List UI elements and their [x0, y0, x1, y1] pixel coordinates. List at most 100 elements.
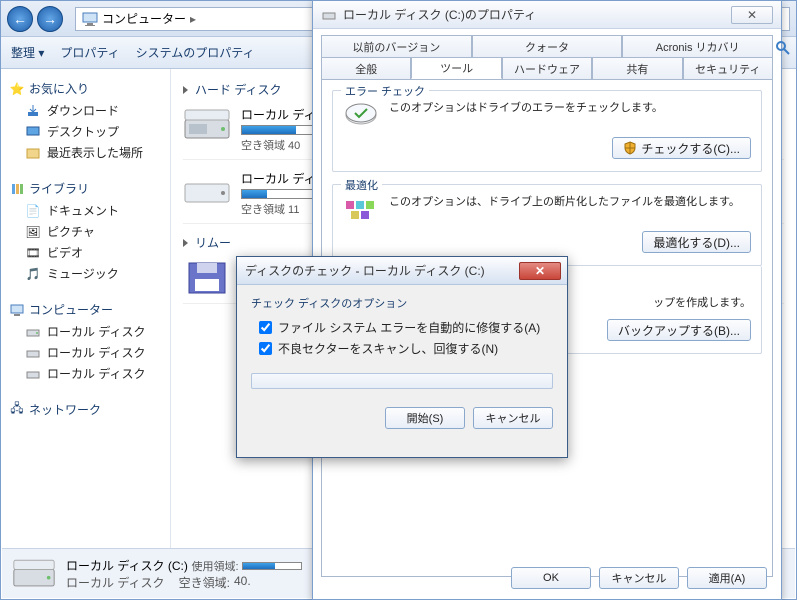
drive-icon — [25, 366, 41, 382]
check-disk-icon — [343, 101, 379, 129]
drive-icon — [183, 170, 231, 208]
sidebar-favorites: ⭐お気に入り ダウンロード デスクトップ 最近表示した場所 — [5, 77, 166, 163]
status-capacity-bar — [242, 562, 302, 570]
check-disk-dialog: ディスクのチェック - ローカル ディスク (C:) ✕ チェック ディスクのオ… — [236, 256, 568, 458]
drive-icon — [183, 106, 231, 144]
tab-row-1: 以前のバージョン クォータ Acronis リカバリ — [321, 35, 773, 57]
sidebar-item-drive-e[interactable]: ローカル ディスク — [5, 363, 166, 384]
forward-button[interactable]: → — [37, 6, 63, 32]
status-drive-type: ローカル ディスク — [66, 574, 165, 591]
dialog-title: ローカル ディスク (C:)のプロパティ — [343, 6, 725, 23]
group-error-checking: エラー チェック このオプションはドライブのエラーをチェックします。 チェックす… — [332, 90, 762, 172]
sidebar-item-videos[interactable]: 🎞ビデオ — [5, 242, 166, 263]
status-free-label: 空き領域: — [179, 574, 230, 591]
video-icon: 🎞 — [25, 245, 41, 261]
backup-button[interactable]: バックアップする(B)... — [607, 319, 751, 341]
dialog-titlebar[interactable]: ディスクのチェック - ローカル ディスク (C:) ✕ — [237, 257, 567, 285]
start-button[interactable]: 開始(S) — [385, 407, 465, 429]
tab-tools[interactable]: ツール — [411, 57, 501, 79]
sidebar-computer: コンピューター ローカル ディスク ローカル ディスク ローカル ディスク — [5, 298, 166, 384]
tab-sharing[interactable]: 共有 — [592, 57, 682, 79]
group-title: 最適化 — [341, 177, 382, 193]
dialog-body: チェック ディスクのオプション ファイル システム エラーを自動的に修復する(A… — [237, 285, 567, 399]
sidebar-item-desktop[interactable]: デスクトップ — [5, 121, 166, 142]
group-title: エラー チェック — [341, 83, 429, 99]
tab-general[interactable]: 全般 — [321, 57, 411, 79]
sidebar-item-drive-d[interactable]: ローカル ディスク — [5, 342, 166, 363]
tab-quota[interactable]: クォータ — [472, 35, 623, 57]
system-properties-cmd[interactable]: システムのプロパティ — [136, 44, 255, 61]
checkbox-fix-errors[interactable] — [259, 321, 272, 334]
tab-previous-versions[interactable]: 以前のバージョン — [321, 35, 472, 57]
status-used-label: 使用領域: — [191, 561, 238, 573]
check-now-button[interactable]: チェックする(C)... — [612, 137, 751, 159]
sidebar-head-network[interactable]: 🖧ネットワーク — [5, 398, 166, 421]
ok-button[interactable]: OK — [511, 567, 591, 589]
breadcrumb-root[interactable]: コンピューター — [102, 10, 186, 27]
computer-icon — [82, 11, 98, 27]
progress-bar — [251, 373, 553, 389]
close-button[interactable]: ✕ — [519, 262, 561, 280]
sidebar-item-recent[interactable]: 最近表示した場所 — [5, 142, 166, 163]
defragment-button[interactable]: 最適化する(D)... — [642, 231, 751, 253]
recent-icon — [25, 145, 41, 161]
organize-menu[interactable]: 整理 ▾ — [11, 44, 44, 61]
download-icon — [25, 103, 41, 119]
tab-hardware[interactable]: ハードウェア — [502, 57, 592, 79]
back-button[interactable]: ← — [7, 6, 33, 32]
expand-icon[interactable] — [183, 86, 188, 94]
shield-icon — [623, 141, 637, 155]
star-icon: ⭐ — [9, 81, 25, 97]
dialog-button-row: 開始(S) キャンセル — [237, 399, 567, 429]
sidebar-head-libraries[interactable]: ライブラリ — [5, 177, 166, 200]
network-icon: 🖧 — [9, 402, 25, 418]
dialog-titlebar[interactable]: ローカル ディスク (C:)のプロパティ ✕ — [313, 1, 781, 29]
close-icon: ✕ — [747, 8, 757, 22]
tab-row-2: 全般 ツール ハードウェア 共有 セキュリティ — [321, 57, 773, 79]
drive-icon — [25, 345, 41, 361]
option-scan-recovery[interactable]: 不良セクターをスキャンし、回復する(N) — [251, 338, 553, 359]
status-free-value: 40. — [234, 574, 251, 591]
sidebar-item-drive-c[interactable]: ローカル ディスク — [5, 321, 166, 342]
desktop-icon — [25, 124, 41, 140]
status-drive-name: ローカル ディスク (C:) — [66, 559, 188, 573]
drive-icon — [321, 7, 337, 23]
checkbox-scan-recovery[interactable] — [259, 342, 272, 355]
library-icon — [9, 181, 25, 197]
group-optimize: 最適化 このオプションは、ドライブ上の断片化したファイルを最適化します。 最適化… — [332, 184, 762, 266]
group-desc: このオプションはドライブのエラーをチェックします。 — [389, 101, 751, 129]
option-fix-errors[interactable]: ファイル システム エラーを自動的に修復する(A) — [251, 317, 553, 338]
cancel-button[interactable]: キャンセル — [599, 567, 679, 589]
floppy-icon — [183, 259, 231, 297]
expand-icon[interactable] — [183, 239, 188, 247]
close-button[interactable]: ✕ — [731, 6, 773, 24]
picture-icon: 🖼 — [25, 224, 41, 240]
tab-acronis[interactable]: Acronis リカバリ — [622, 35, 773, 57]
music-icon: 🎵 — [25, 266, 41, 282]
options-group-title: チェック ディスクのオプション — [251, 295, 553, 311]
close-icon: ✕ — [535, 264, 545, 278]
sidebar: ⭐お気に入り ダウンロード デスクトップ 最近表示した場所 ライブラリ 📄ドキュ… — [1, 69, 171, 549]
sidebar-libraries: ライブラリ 📄ドキュメント 🖼ピクチャ 🎞ビデオ 🎵ミュージック — [5, 177, 166, 284]
defrag-icon — [343, 195, 379, 223]
document-icon: 📄 — [25, 203, 41, 219]
tab-security[interactable]: セキュリティ — [683, 57, 773, 79]
drive-icon — [12, 555, 56, 593]
sidebar-head-computer[interactable]: コンピューター — [5, 298, 166, 321]
sidebar-item-documents[interactable]: 📄ドキュメント — [5, 200, 166, 221]
search-icon[interactable] — [775, 40, 791, 56]
breadcrumb-arrow[interactable]: ▸ — [190, 12, 196, 26]
sidebar-item-downloads[interactable]: ダウンロード — [5, 100, 166, 121]
group-desc: このオプションは、ドライブ上の断片化したファイルを最適化します。 — [389, 195, 751, 223]
dialog-title: ディスクのチェック - ローカル ディスク (C:) — [245, 262, 513, 279]
sidebar-network: 🖧ネットワーク — [5, 398, 166, 421]
cancel-button[interactable]: キャンセル — [473, 407, 553, 429]
computer-icon — [9, 302, 25, 318]
sidebar-item-pictures[interactable]: 🖼ピクチャ — [5, 221, 166, 242]
drive-icon — [25, 324, 41, 340]
properties-cmd[interactable]: プロパティ — [60, 44, 119, 61]
apply-button[interactable]: 適用(A) — [687, 567, 767, 589]
sidebar-head-favorites[interactable]: ⭐お気に入り — [5, 77, 166, 100]
sidebar-item-music[interactable]: 🎵ミュージック — [5, 263, 166, 284]
dialog-button-row: OK キャンセル 適用(A) — [313, 567, 781, 589]
